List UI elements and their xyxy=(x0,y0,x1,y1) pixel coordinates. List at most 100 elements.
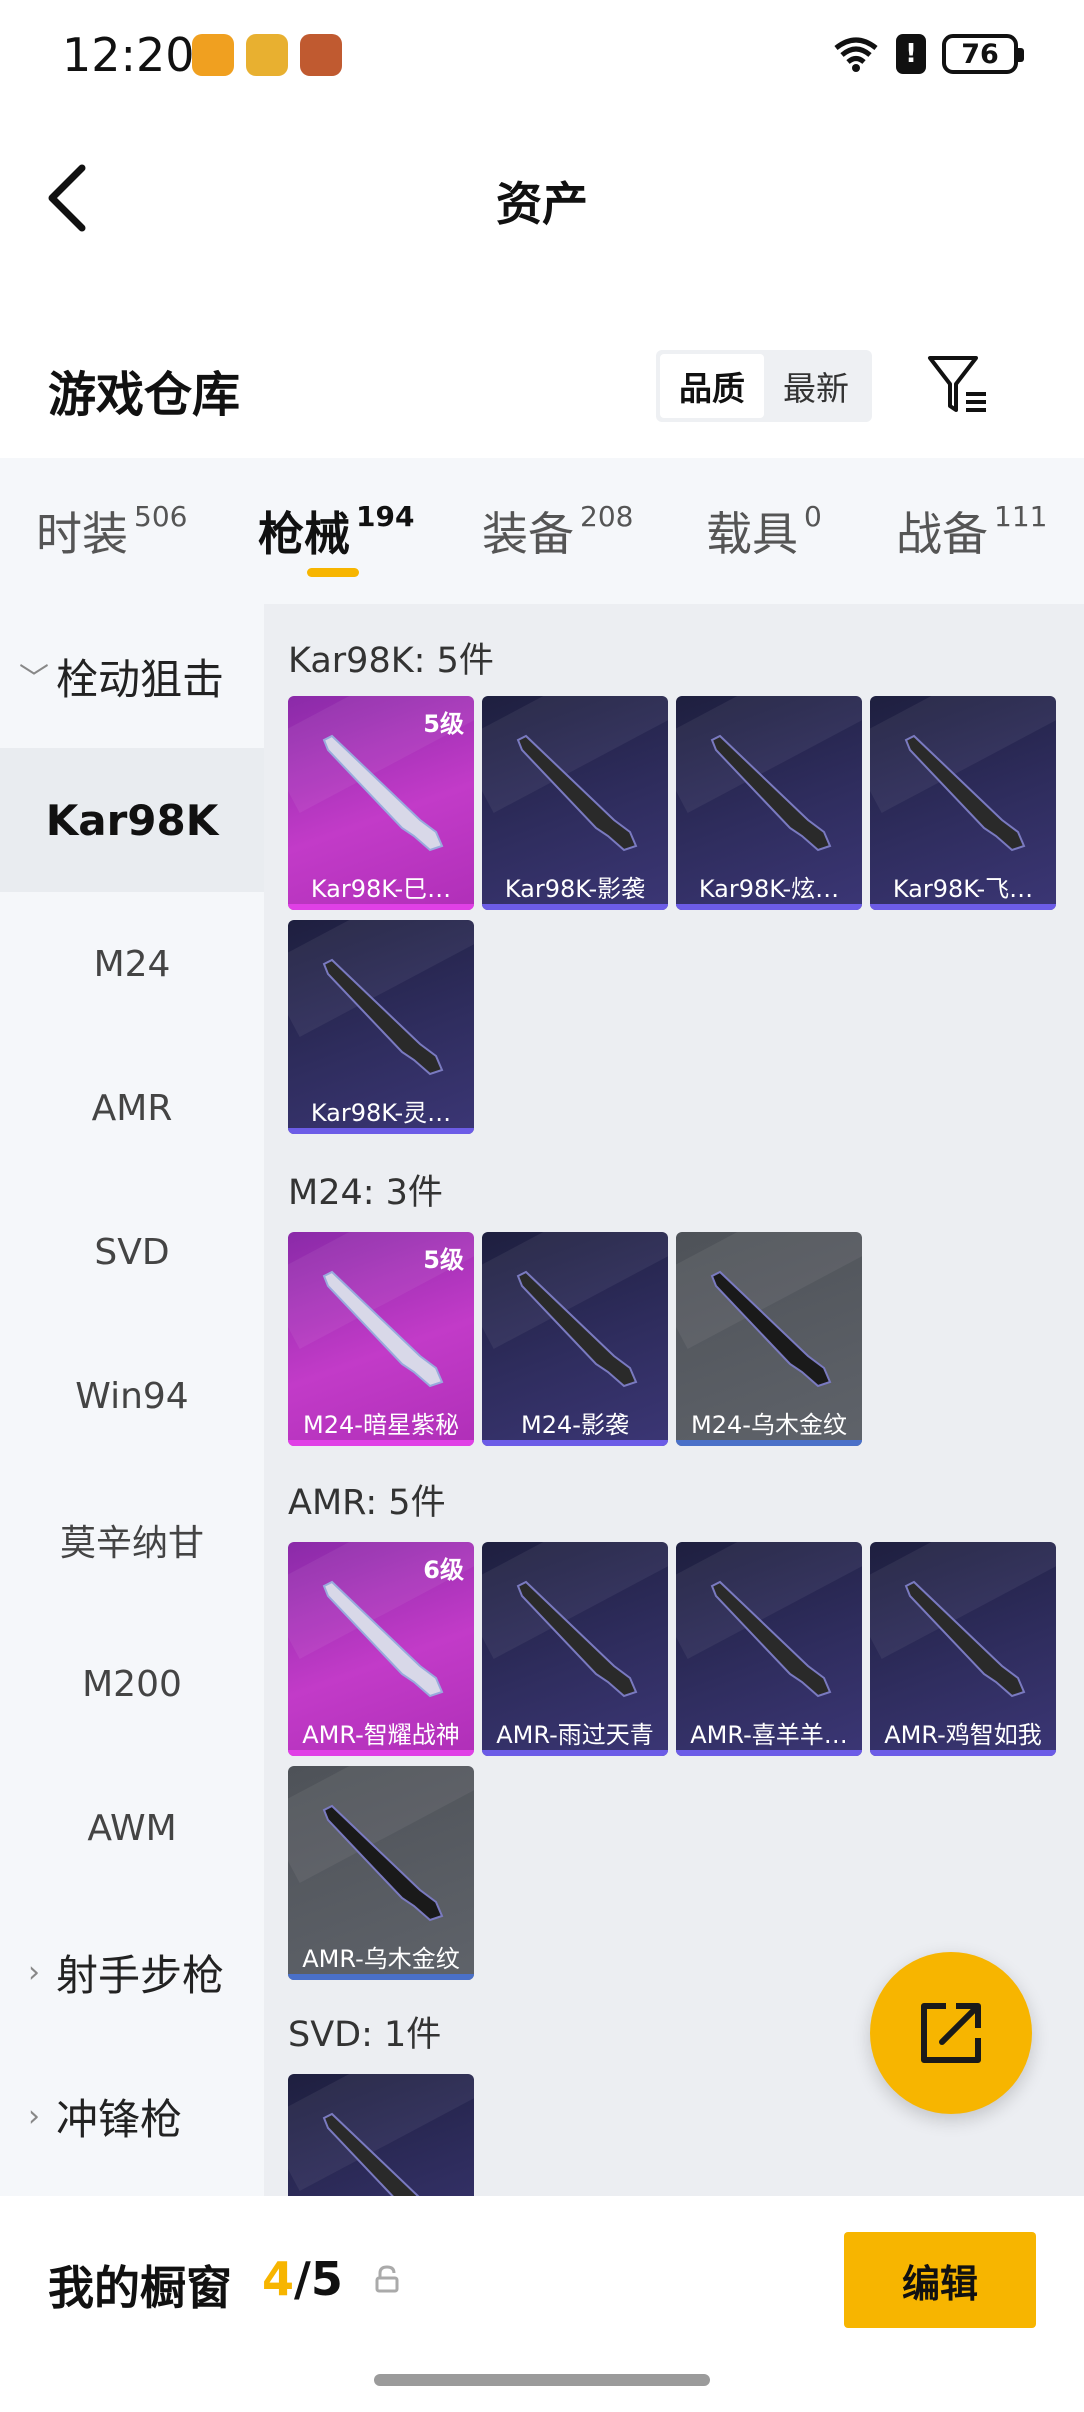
tab-count: 194 xyxy=(356,500,415,533)
item-name: Kar98K-影袭 xyxy=(504,875,646,903)
rifle-icon xyxy=(710,734,832,852)
rifle-icon xyxy=(710,1270,832,1388)
tab-count: 0 xyxy=(804,500,822,533)
rarity-bar xyxy=(676,1750,862,1756)
item-card[interactable]: M24-乌木金纹 xyxy=(676,1232,862,1446)
item-card[interactable]: M24-影袭 xyxy=(482,1232,668,1446)
weapon-sidebar: ﹀ 栓动狙击 Kar98K M24 AMR SVD Win94 莫辛纳甘 M20… xyxy=(0,604,264,2196)
item-card[interactable]: AMR-乌木金纹 xyxy=(288,1766,474,1980)
home-indicator xyxy=(374,2374,710,2386)
rarity-bar xyxy=(482,904,668,910)
chevron-right-icon: › xyxy=(28,2098,40,2134)
item-card[interactable]: AMR-鸡智如我 xyxy=(870,1542,1056,1756)
share-button[interactable] xyxy=(870,1952,1032,2114)
item-name: Kar98K-炫… xyxy=(698,875,840,903)
chevron-right-icon: › xyxy=(28,1954,40,1990)
sidebar-item-kar98k[interactable]: Kar98K xyxy=(0,748,264,892)
rifle-icon xyxy=(904,1580,1026,1698)
sidebar-group-label: 射手步枪 xyxy=(56,1950,225,2000)
tab-vehicles[interactable]: 载具 0 xyxy=(706,498,822,564)
item-card[interactable]: Kar98K-炫… xyxy=(676,696,862,910)
status-bar: 12:20 ! 76 xyxy=(0,0,1084,110)
rifle-icon xyxy=(322,958,444,1076)
active-tab-indicator xyxy=(307,568,359,577)
item-card[interactable] xyxy=(288,2074,474,2196)
showcase-current: 4 xyxy=(262,2252,295,2306)
rifle-icon xyxy=(322,2112,420,2196)
item-name: Kar98K-灵… xyxy=(310,1099,452,1127)
item-name: Kar98K-巳… xyxy=(310,875,452,903)
tab-count: 506 xyxy=(134,500,188,533)
rifle-icon xyxy=(904,734,1026,852)
item-name: AMR-乌木金纹 xyxy=(302,1945,460,1973)
item-card[interactable]: AMR-喜羊羊… xyxy=(676,1542,862,1756)
sidebar-item-svd[interactable]: SVD xyxy=(0,1180,264,1324)
group-title-m24: M24: 3件 xyxy=(288,1173,443,1213)
filter-icon[interactable] xyxy=(926,352,990,416)
item-card[interactable]: Kar98K-飞… xyxy=(870,696,1056,910)
share-icon xyxy=(921,2003,981,2063)
group-title-amr: AMR: 5件 xyxy=(288,1483,446,1523)
item-level-badge: 5级 xyxy=(423,710,464,738)
tab-fashion[interactable]: 时装 506 xyxy=(36,498,187,564)
tab-count: 111 xyxy=(994,500,1048,533)
alert-icon: ! xyxy=(896,34,926,74)
chevron-down-icon: ﹀ xyxy=(19,662,49,697)
group-title-kar98k: Kar98K: 5件 xyxy=(288,641,494,681)
rifle-icon xyxy=(516,1580,638,1698)
rarity-bar xyxy=(870,1750,1056,1756)
item-card[interactable]: 5级 M24-暗星紫秘 xyxy=(288,1232,474,1446)
lock-icon xyxy=(375,2265,399,2293)
rarity-bar xyxy=(676,1440,862,1446)
rarity-bar xyxy=(870,904,1056,910)
sidebar-item-m24[interactable]: M24 xyxy=(0,892,264,1036)
rarity-bar xyxy=(482,1440,668,1446)
sort-toggle: 品质 最新 xyxy=(656,350,872,422)
showcase-count: 4/5 xyxy=(262,2252,343,2306)
showcase-bar: 我的橱窗 4/5 编辑 xyxy=(0,2196,1084,2412)
group-title-svd: SVD: 1件 xyxy=(288,2015,442,2055)
tab-equipment[interactable]: 装备 208 xyxy=(482,498,633,564)
item-name: AMR-喜羊羊… xyxy=(690,1721,848,1749)
tab-label: 战备 xyxy=(896,507,988,561)
item-name: AMR-雨过天青 xyxy=(496,1721,654,1749)
notification-app-icon xyxy=(300,34,342,76)
sort-option-newest[interactable]: 最新 xyxy=(764,354,868,418)
notification-app-icon xyxy=(246,34,288,76)
item-name: M24-暗星紫秘 xyxy=(303,1411,459,1439)
status-time: 12:20 xyxy=(62,28,195,82)
item-card[interactable]: AMR-雨过天青 xyxy=(482,1542,668,1756)
tab-firearms[interactable]: 枪械 194 xyxy=(258,498,414,564)
item-card[interactable]: 5级 Kar98K-巳… xyxy=(288,696,474,910)
showcase-label: 我的橱窗 xyxy=(48,2261,232,2315)
sidebar-group-bolt-action[interactable]: ﹀ 栓动狙击 xyxy=(0,604,264,748)
edit-button[interactable]: 编辑 xyxy=(844,2232,1036,2328)
sidebar-group-marksman[interactable]: › 射手步枪 xyxy=(0,1900,264,2044)
rifle-icon xyxy=(516,734,638,852)
tab-label: 时装 xyxy=(36,507,128,561)
category-tabs: 时装 506 枪械 194 装备 208 载具 0 战备 111 xyxy=(0,458,1084,604)
sidebar-group-smg[interactable]: › 冲锋枪 xyxy=(0,2044,264,2188)
sidebar-item-win94[interactable]: Win94 xyxy=(0,1324,264,1468)
item-name: M24-乌木金纹 xyxy=(691,1411,847,1439)
app-header: 资产 xyxy=(0,130,1084,260)
sidebar-item-awm[interactable]: AWM xyxy=(0,1756,264,1900)
item-name: AMR-鸡智如我 xyxy=(884,1721,1042,1749)
rifle-icon xyxy=(322,1804,444,1922)
notification-app-icon xyxy=(192,34,234,76)
item-name: M24-影袭 xyxy=(521,1411,629,1439)
item-card[interactable]: 6级 AMR-智耀战神 xyxy=(288,1542,474,1756)
item-card[interactable]: Kar98K-影袭 xyxy=(482,696,668,910)
tab-count: 208 xyxy=(580,500,634,533)
rifle-icon xyxy=(516,1270,638,1388)
tab-supplies[interactable]: 战备 111 xyxy=(896,498,1047,564)
sidebar-item-amr[interactable]: AMR xyxy=(0,1036,264,1180)
item-card[interactable]: Kar98K-灵… xyxy=(288,920,474,1134)
showcase-total: /5 xyxy=(294,2252,343,2306)
sidebar-item-mosin[interactable]: 莫辛纳甘 xyxy=(0,1468,264,1612)
sort-option-quality[interactable]: 品质 xyxy=(660,354,764,418)
sidebar-item-m200[interactable]: M200 xyxy=(0,1612,264,1756)
section-title: 游戏仓库 xyxy=(48,367,241,423)
wifi-icon xyxy=(834,37,878,72)
item-name: AMR-智耀战神 xyxy=(302,1721,460,1749)
